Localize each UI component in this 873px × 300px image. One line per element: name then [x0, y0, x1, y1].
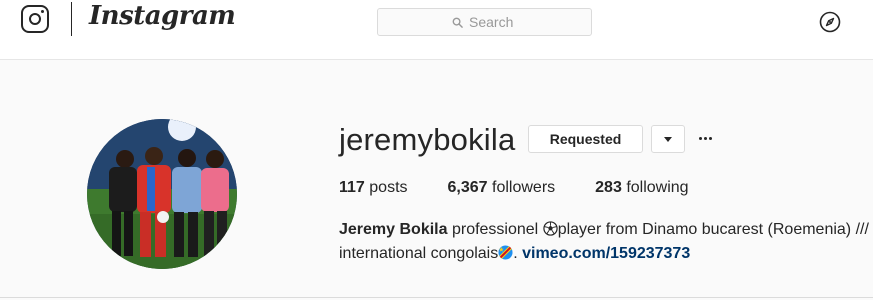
search-input[interactable]	[469, 14, 517, 30]
suggestions-dropdown-button[interactable]	[651, 125, 685, 153]
bio-line-1: Jeremy Bokila professionel player from D…	[339, 218, 869, 242]
requested-button[interactable]: Requested	[528, 125, 643, 153]
following-label: following	[626, 179, 689, 196]
profile-username: jeremybokila	[339, 122, 516, 157]
section-divider	[0, 297, 873, 298]
more-dot	[708, 136, 712, 140]
bio-full-name: Jeremy Bokila	[339, 221, 448, 238]
bio-text: .	[513, 245, 523, 262]
following-count: 283	[595, 179, 622, 196]
top-navigation-bar: Instagram	[0, 0, 873, 60]
more-dot	[698, 136, 702, 140]
following-stat[interactable]: 283 following	[595, 179, 688, 197]
chevron-down-icon	[664, 136, 672, 142]
profile-photo	[87, 119, 237, 269]
followers-stat[interactable]: 6,367 followers	[448, 179, 556, 197]
bio-text: professionel	[447, 221, 543, 238]
posts-stat: 117 posts	[339, 179, 408, 197]
bio-text: player from Dinamo bucarest (Roemenia) /…	[557, 221, 869, 238]
profile-stats: 117 posts 6,367 followers 283 following	[339, 179, 689, 197]
camera-lens-shape	[28, 12, 41, 25]
compass-icon[interactable]	[819, 11, 841, 33]
search-icon	[452, 17, 463, 28]
posts-label: posts	[369, 179, 408, 196]
more-dot	[703, 136, 707, 140]
posts-count: 117	[339, 179, 365, 196]
bio-external-link[interactable]: vimeo.com/159237373	[522, 245, 690, 262]
soccer-ball-emoji	[543, 221, 558, 236]
bio-text: international congolais	[339, 245, 499, 262]
profile-bio: Jeremy Bokila professionel player from D…	[339, 218, 869, 266]
camera-flash-dot	[41, 9, 44, 13]
followers-count: 6,367	[447, 179, 488, 196]
drc-flag-emoji	[498, 245, 513, 260]
bio-line-2: international congolais . vimeo.com/1592…	[339, 242, 869, 266]
instagram-wordmark[interactable]: Instagram	[89, 1, 236, 31]
header-divider	[71, 2, 72, 36]
followers-label: followers	[492, 179, 556, 196]
profile-avatar[interactable]	[87, 119, 237, 269]
more-options-icon[interactable]	[694, 128, 716, 148]
search-box[interactable]	[377, 8, 592, 36]
instagram-glyph-icon[interactable]	[21, 5, 49, 33]
